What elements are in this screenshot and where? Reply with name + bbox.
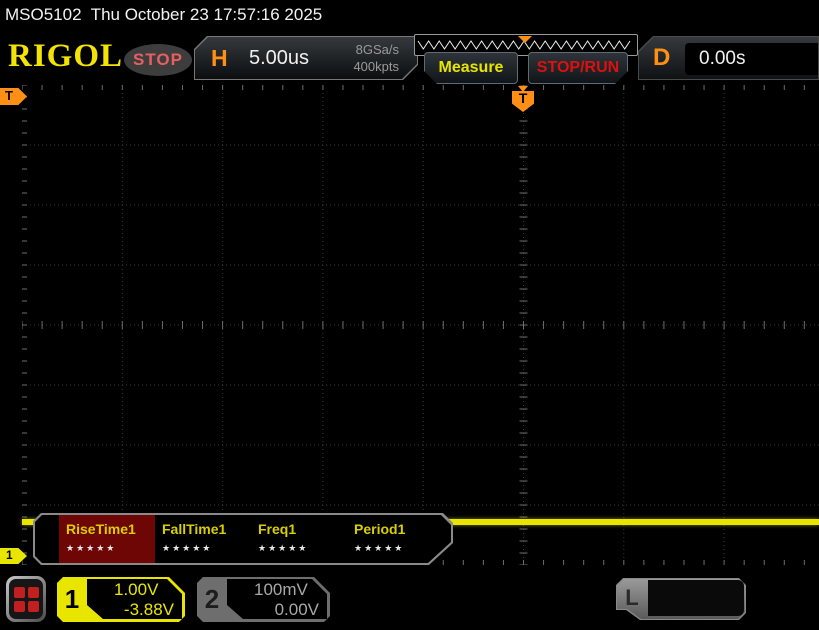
measurement-item-freq[interactable]: Freq1 ★★★★★ — [251, 515, 347, 563]
channel1-values: 1.00V -3.88V — [87, 579, 182, 619]
measurement-label: Period1 — [354, 521, 443, 537]
measurement-label: Freq1 — [258, 521, 347, 537]
measurement-label: FallTime1 — [162, 521, 251, 537]
logic-row-0-7: 0 1 2 3 4 5 6 7 — [648, 616, 744, 630]
menu-square-icon — [14, 601, 25, 612]
channel1-status-panel[interactable]: 1 1.00V -3.88V — [57, 577, 185, 622]
trigger-delay-inner: D 0.00s — [639, 37, 818, 79]
measurement-item-period[interactable]: Period1 ★★★★★ — [347, 515, 443, 563]
run-state-badge: STOP — [124, 44, 192, 76]
channel1-scale: 1.00V — [114, 580, 158, 600]
measurement-value: ★★★★★ — [162, 543, 251, 554]
horizontal-settings-panel[interactable]: H 5.00us 8GSa/s 400kpts — [194, 36, 418, 80]
measurement-value: ★★★★★ — [66, 543, 155, 554]
horizontal-label: H — [211, 45, 228, 72]
rigol-logo: RIGOL — [8, 38, 123, 75]
stop-run-button[interactable]: STOP/RUN — [528, 52, 628, 84]
measurement-label: RiseTime1 — [66, 521, 155, 537]
oscilloscope-screen: MSO5102 Thu October 23 17:57:16 2025 RIG… — [0, 0, 819, 630]
logic-channels-panel[interactable]: L 0 1 2 3 4 5 6 7 8 9 10 11 12 13 14 15 — [616, 578, 746, 620]
sample-rate: 8GSa/s — [353, 41, 399, 58]
channel2-number: 2 — [197, 577, 227, 622]
titlebar-model-and-clock: MSO5102 Thu October 23 17:57:16 2025 — [0, 0, 819, 32]
delay-value: 0.00s — [685, 43, 819, 75]
preview-trigger-position-icon[interactable] — [518, 36, 532, 43]
measurement-item-falltime[interactable]: FallTime1 ★★★★★ — [155, 515, 251, 563]
memory-depth: 400kpts — [353, 58, 399, 75]
sample-rate-and-depth: 8GSa/s 400kpts — [353, 41, 399, 75]
logic-channel-numbers: 0 1 2 3 4 5 6 7 8 9 10 11 12 13 14 15 — [648, 580, 744, 616]
menu-square-icon — [28, 601, 39, 612]
quick-menu-button[interactable] — [6, 576, 46, 622]
measurement-results-inner: RiseTime1 ★★★★★ FallTime1 ★★★★★ Freq1 ★★… — [35, 515, 451, 563]
logic-label: L — [616, 578, 648, 620]
channel2-offset: 0.00V — [235, 600, 319, 620]
measurement-results-panel: RiseTime1 ★★★★★ FallTime1 ★★★★★ Freq1 ★★… — [33, 513, 453, 565]
delay-label: D — [653, 44, 670, 72]
timebase-value: 5.00us — [249, 47, 309, 70]
quick-menu-grid-icon — [9, 579, 43, 619]
channel2-status-panel[interactable]: 2 100mV 0.00V — [197, 577, 330, 622]
trigger-delay-panel[interactable]: D 0.00s — [638, 36, 819, 80]
measurement-value: ★★★★★ — [258, 543, 347, 554]
graticule-grid — [22, 85, 819, 565]
menu-square-icon — [14, 587, 25, 598]
channel2-values: 100mV 0.00V — [227, 579, 327, 619]
menu-square-icon — [28, 587, 39, 598]
measurement-value: ★★★★★ — [354, 543, 443, 554]
horizontal-settings-inner: H 5.00us 8GSa/s 400kpts — [195, 37, 417, 79]
channel1-number: 1 — [57, 577, 87, 622]
measurement-item-risetime[interactable]: RiseTime1 ★★★★★ — [59, 515, 155, 563]
channel1-offset: -3.88V — [95, 600, 174, 620]
channel2-scale: 100mV — [254, 580, 308, 600]
measure-button[interactable]: Measure — [424, 52, 518, 84]
